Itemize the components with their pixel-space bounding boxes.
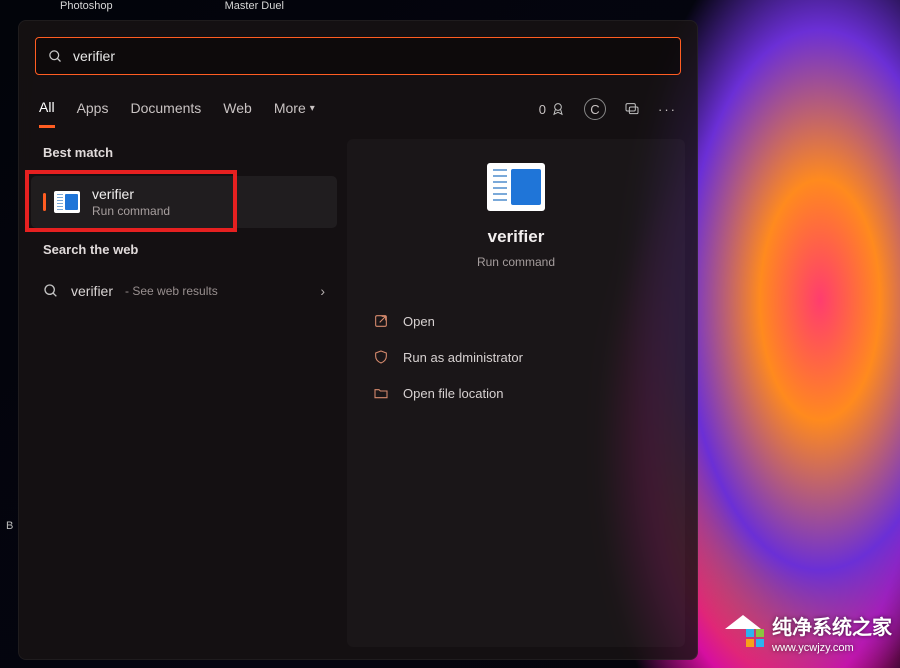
medal-icon	[550, 101, 566, 117]
watermark-url: www.ycwjzy.com	[772, 642, 892, 654]
chat-icon[interactable]	[624, 101, 640, 117]
action-label: Open file location	[403, 386, 503, 401]
tab-more[interactable]: More▾	[274, 91, 315, 128]
results-left-column: Best match verifier Run command Search t…	[31, 139, 337, 647]
filter-tabs: All Apps Documents Web More▾	[39, 91, 315, 128]
detail-actions: Open Run as administrator Open file loca…	[367, 305, 665, 409]
chevron-down-icon: ▾	[310, 103, 315, 114]
points-value: 0	[539, 102, 546, 117]
web-search-result[interactable]: verifier - See web results ›	[31, 273, 337, 309]
header-actions: 0 C ···	[539, 98, 677, 120]
best-match-text: verifier Run command	[92, 186, 170, 218]
cutoff-text: B	[6, 520, 13, 532]
best-match-title: verifier	[92, 186, 170, 202]
shield-icon	[373, 349, 389, 365]
action-label: Open	[403, 314, 435, 329]
tab-web[interactable]: Web	[223, 91, 252, 128]
run-command-icon	[54, 191, 80, 213]
folder-icon	[373, 385, 389, 401]
rewards-points[interactable]: 0	[539, 101, 566, 117]
search-icon	[43, 283, 59, 299]
search-icon	[48, 49, 63, 64]
watermark-logo	[722, 615, 764, 651]
profile-avatar[interactable]: C	[584, 98, 606, 120]
desktop-icon-label[interactable]: Photoshop	[60, 0, 113, 20]
search-box[interactable]	[35, 37, 681, 75]
detail-subtitle: Run command	[477, 255, 555, 269]
desktop-icon-label[interactable]: Master Duel	[225, 0, 284, 20]
web-term: verifier	[71, 283, 113, 299]
web-detail: - See web results	[125, 284, 218, 298]
chevron-right-icon: ›	[320, 283, 325, 299]
run-command-icon-large	[487, 163, 545, 211]
watermark: 纯净系统之家 www.ycwjzy.com	[722, 611, 892, 654]
selection-accent	[43, 193, 46, 211]
tab-documents[interactable]: Documents	[130, 91, 201, 128]
detail-header: verifier Run command	[367, 163, 665, 269]
search-input[interactable]	[73, 48, 668, 64]
tab-apps[interactable]: Apps	[77, 91, 109, 128]
best-match-result[interactable]: verifier Run command	[31, 176, 337, 228]
result-detail-pane: verifier Run command Open Run as adminis…	[347, 139, 685, 647]
watermark-text: 纯净系统之家	[772, 611, 892, 640]
action-open-location[interactable]: Open file location	[367, 377, 665, 409]
search-web-label: Search the web	[31, 236, 337, 265]
open-icon	[373, 313, 389, 329]
action-open[interactable]: Open	[367, 305, 665, 337]
action-run-admin[interactable]: Run as administrator	[367, 341, 665, 373]
more-options-icon[interactable]: ···	[658, 102, 677, 117]
best-match-label: Best match	[31, 139, 337, 168]
detail-title: verifier	[488, 227, 545, 247]
tabs-row: All Apps Documents Web More▾ 0 C ···	[19, 87, 697, 131]
desktop-icons-row: Photoshop Master Duel	[60, 0, 900, 20]
results-content: Best match verifier Run command Search t…	[19, 131, 697, 659]
best-match-subtitle: Run command	[92, 204, 170, 218]
start-search-panel: All Apps Documents Web More▾ 0 C ··· Bes…	[18, 20, 698, 660]
action-label: Run as administrator	[403, 350, 523, 365]
tab-all[interactable]: All	[39, 91, 55, 128]
